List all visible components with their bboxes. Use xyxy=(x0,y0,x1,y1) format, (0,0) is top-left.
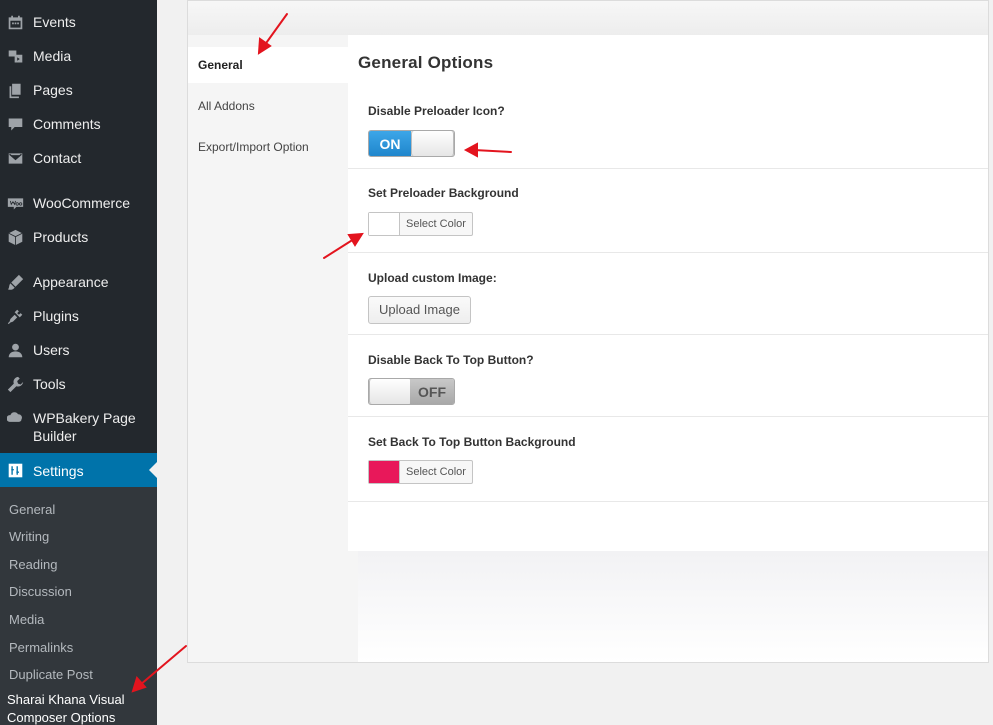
tab-all-addons[interactable]: All Addons xyxy=(188,88,348,124)
option-label: Disable Back To Top Button? xyxy=(368,353,534,367)
menu-item-products[interactable]: Products xyxy=(0,228,157,246)
brush-icon xyxy=(6,273,24,291)
back-to-top-toggle[interactable]: OFF xyxy=(368,378,455,405)
menu-item-settings[interactable]: Settings xyxy=(0,453,157,488)
menu-label: WPBakery Page Builder xyxy=(33,410,136,444)
option-label: Disable Preloader Icon? xyxy=(368,104,505,118)
toggle-on-label: ON xyxy=(369,131,411,156)
options-panel: General All Addons Export/Import Option … xyxy=(187,0,989,663)
submenu-discussion[interactable]: Discussion xyxy=(9,584,72,600)
admin-menu: Events Media Pages Comments Contact WooC… xyxy=(0,0,157,725)
menu-item-pages[interactable]: Pages xyxy=(0,81,157,99)
menu-label: Appearance xyxy=(33,274,109,290)
submenu-permalinks[interactable]: Permalinks xyxy=(9,640,73,656)
menu-item-wpbakery[interactable]: WPBakery Page Builder xyxy=(0,409,157,445)
section-title: General Options xyxy=(358,53,494,72)
menu-label: WooCommerce xyxy=(33,195,130,211)
option-label: Set Back To Top Button Background xyxy=(368,435,576,449)
content-footer xyxy=(358,551,988,662)
menu-label: Comments xyxy=(33,116,101,132)
media-icon xyxy=(6,47,24,65)
woocommerce-icon xyxy=(6,194,24,212)
color-swatch xyxy=(369,213,400,235)
menu-item-plugins[interactable]: Plugins xyxy=(0,307,157,325)
menu-item-contact[interactable]: Contact xyxy=(0,149,157,167)
menu-label: Products xyxy=(33,229,89,245)
option-row-preloader-icon: Disable Preloader Icon? ON xyxy=(348,90,988,169)
option-label: Set Preloader Background xyxy=(368,186,519,200)
menu-label: Pages xyxy=(33,82,73,98)
option-row-preloader-bg: Set Preloader Background Select Color xyxy=(348,169,988,253)
menu-item-appearance[interactable]: Appearance xyxy=(0,273,157,291)
options-content: General Options Disable Preloader Icon? … xyxy=(348,35,988,551)
select-color-label: Select Color xyxy=(406,466,466,478)
option-row-custom-image: Upload custom Image: Upload Image xyxy=(348,253,988,335)
menu-label: Plugins xyxy=(33,308,79,324)
back-to-top-bg-color-picker[interactable]: Select Color xyxy=(368,460,473,484)
preloader-bg-color-picker[interactable]: Select Color xyxy=(368,212,473,236)
select-color-label: Select Color xyxy=(406,218,466,230)
plug-icon xyxy=(6,307,24,325)
tab-general[interactable]: General xyxy=(188,47,348,83)
toggle-knob xyxy=(369,379,412,404)
panel-header xyxy=(188,1,988,35)
settings-submenu: General Writing Reading Discussion Media… xyxy=(0,487,157,725)
box-icon xyxy=(6,228,24,246)
users-icon xyxy=(6,341,24,359)
option-label: Upload custom Image: xyxy=(368,271,497,285)
menu-label: Settings xyxy=(33,462,84,479)
toggle-off-label: OFF xyxy=(410,379,454,404)
wpbakery-icon xyxy=(6,409,24,427)
menu-item-users[interactable]: Users xyxy=(0,341,157,359)
upload-image-button[interactable]: Upload Image xyxy=(368,296,471,324)
wrench-icon xyxy=(6,375,24,393)
option-row-back-to-top: Disable Back To Top Button? OFF xyxy=(348,335,988,417)
toggle-knob xyxy=(411,131,454,156)
submenu-sharai-khana-options[interactable]: Sharai Khana Visual Composer Options xyxy=(7,691,137,725)
submenu-media[interactable]: Media xyxy=(9,612,44,628)
envelope-icon xyxy=(6,149,24,167)
pages-icon xyxy=(6,81,24,99)
menu-label: Tools xyxy=(33,376,66,392)
settings-icon xyxy=(6,462,24,480)
menu-label: Contact xyxy=(33,150,82,166)
submenu-writing[interactable]: Writing xyxy=(9,529,49,545)
tab-export-import[interactable]: Export/Import Option xyxy=(188,129,348,165)
comments-icon xyxy=(6,115,24,133)
menu-label: Media xyxy=(33,48,72,64)
menu-label: Events xyxy=(33,14,76,30)
menu-item-events[interactable]: Events xyxy=(0,13,157,31)
menu-label: Users xyxy=(33,342,70,358)
calendar-icon xyxy=(6,13,24,31)
menu-item-woocommerce[interactable]: WooCommerce xyxy=(0,194,157,212)
submenu-duplicate-post[interactable]: Duplicate Post xyxy=(9,667,93,683)
menu-item-comments[interactable]: Comments xyxy=(0,115,157,133)
options-tabs: General All Addons Export/Import Option xyxy=(188,35,348,662)
submenu-general[interactable]: General xyxy=(9,502,55,518)
preloader-icon-toggle[interactable]: ON xyxy=(368,130,455,157)
menu-item-media[interactable]: Media xyxy=(0,47,157,65)
option-row-back-to-top-bg: Set Back To Top Button Background Select… xyxy=(348,417,988,502)
color-swatch xyxy=(369,461,400,483)
submenu-reading[interactable]: Reading xyxy=(9,557,57,573)
menu-item-tools[interactable]: Tools xyxy=(0,375,157,393)
